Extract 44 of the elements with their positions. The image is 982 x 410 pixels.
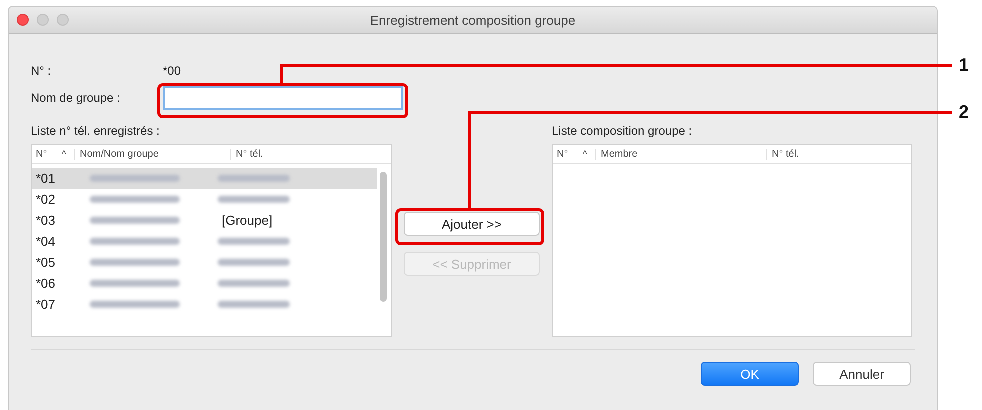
number-cell-text: *01 [35, 171, 57, 186]
number-value: *00 [163, 64, 182, 78]
number-cell-text: *02 [35, 192, 57, 207]
table-row[interactable]: *07 [32, 294, 377, 315]
column-header[interactable]: N° [32, 148, 62, 160]
number-label: N° : [31, 64, 52, 78]
number-cell-text: *04 [35, 234, 57, 249]
column-header[interactable]: N° [553, 148, 583, 160]
blurred-phone [218, 196, 290, 203]
group-name-field[interactable] [163, 86, 403, 110]
number-cell-text: *07 [35, 297, 57, 312]
window-title: Enregistrement composition groupe [370, 12, 576, 28]
callout-number: 2 [959, 102, 970, 123]
scrollbar-thumb[interactable] [380, 172, 387, 302]
close-button[interactable] [17, 14, 29, 26]
blurred-phone [218, 259, 290, 266]
sort-caret-icon: ^ [62, 149, 74, 159]
callout-number: 1 [959, 55, 970, 76]
table-row[interactable]: *04 [32, 231, 377, 252]
table-row[interactable]: *05 [32, 252, 377, 273]
column-header[interactable]: N° tél. [766, 148, 800, 160]
table-row[interactable]: *01 [32, 168, 377, 189]
table-row[interactable]: *06 [32, 273, 377, 294]
list-label: Liste composition groupe : [552, 124, 694, 140]
group-name-label: Nom de groupe : [31, 91, 122, 105]
number-cell-text: *05 [35, 255, 57, 270]
column-header[interactable]: N° tél. [230, 148, 264, 160]
add-button[interactable]: Ajouter >> [404, 212, 540, 236]
list-label: Liste n° tél. enregistrés : [31, 124, 161, 140]
blurred-phone [218, 238, 290, 245]
cancel-button[interactable]: Annuler [813, 362, 911, 386]
number-cell-text: *06 [35, 276, 57, 291]
blurred-phone [218, 175, 290, 182]
blurred-phone [218, 301, 290, 308]
column-header[interactable]: Membre [595, 148, 766, 160]
minimize-button[interactable] [37, 14, 49, 26]
table-row[interactable]: *02 [32, 189, 377, 210]
sort-caret-icon: ^ [583, 149, 595, 159]
table-row[interactable]: *03 [Groupe] [32, 210, 377, 231]
phone-cell-text: [Groupe] [221, 213, 273, 228]
number-cell-text: *03 [35, 213, 57, 228]
blurred-phone [218, 280, 290, 287]
zoom-button[interactable] [57, 14, 69, 26]
column-header[interactable]: Nom/Nom groupe [74, 148, 230, 160]
